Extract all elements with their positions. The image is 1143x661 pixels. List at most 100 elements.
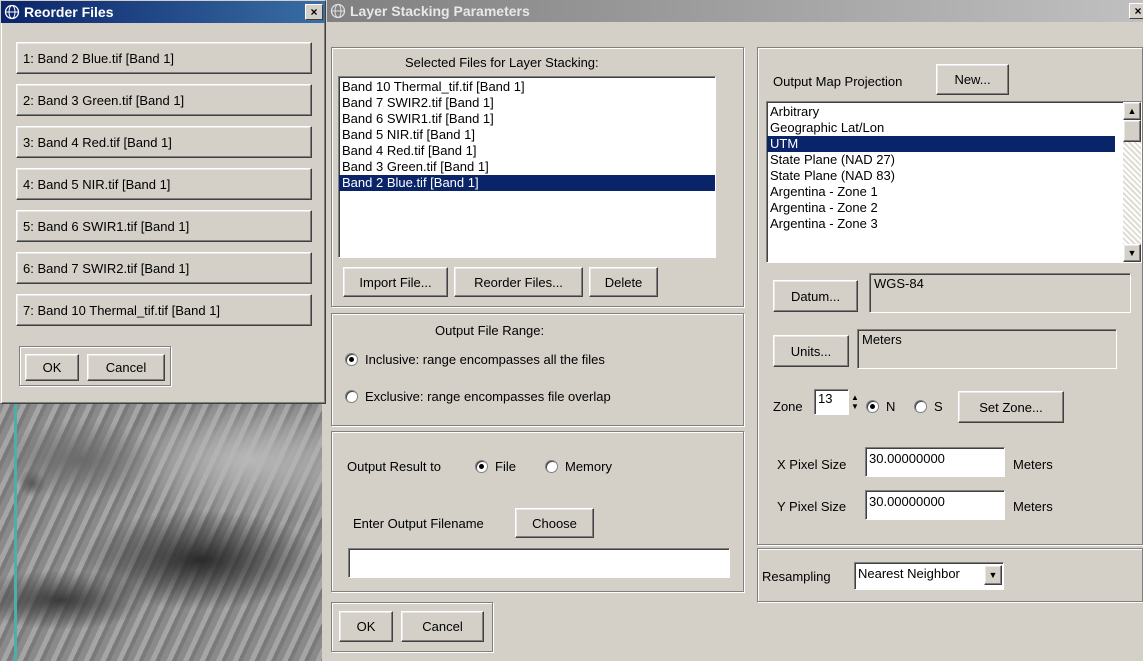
delete-label: Delete <box>604 274 643 290</box>
file-list-item[interactable]: Band 4 Red.tif [Band 1] <box>339 143 715 159</box>
image-window-edge <box>14 400 17 661</box>
scroll-down-button[interactable]: ▼ <box>1123 244 1141 262</box>
scroll-up-icon: ▲ <box>1127 106 1137 116</box>
layer-title: Layer Stacking Parameters <box>350 3 530 19</box>
spin-down-icon[interactable]: ▼ <box>851 402 859 411</box>
reorder-item-button[interactable]: 7: Band 10 Thermal_tif.tif [Band 1] <box>16 294 312 326</box>
reorder-item-button[interactable]: 5: Band 6 SWIR1.tif [Band 1] <box>16 210 312 242</box>
reorder-close-button[interactable]: × <box>305 4 323 20</box>
x-pixel-input[interactable]: 30.00000000 <box>865 447 1005 477</box>
selected-files-label: Selected Files for Layer Stacking: <box>405 55 599 70</box>
output-memory-radio[interactable] <box>545 460 558 473</box>
reorder-files-button[interactable]: Reorder Files... <box>454 267 583 297</box>
reorder-cancel-button[interactable]: Cancel <box>87 354 165 381</box>
output-range-label: Output File Range: <box>435 323 545 338</box>
scroll-thumb[interactable] <box>1123 120 1141 142</box>
inclusive-label[interactable]: Inclusive: range encompasses all the fil… <box>365 352 605 367</box>
reorder-title: Reorder Files <box>24 4 114 20</box>
scroll-up-button[interactable]: ▲ <box>1123 102 1141 120</box>
set-zone-label: Set Zone... <box>979 399 1043 415</box>
projection-list[interactable]: Arbitrary Geographic Lat/Lon UTM State Plan… <box>766 101 1142 263</box>
projection-list-item[interactable]: Argentina - Zone 2 <box>767 200 1115 216</box>
reorder-files-label: Reorder Files... <box>474 274 563 290</box>
resampling-label: Resampling <box>762 569 831 584</box>
output-to-label: Output Result to <box>347 459 441 474</box>
reorder-item-label: 4: Band 5 NIR.tif [Band 1] <box>23 176 171 192</box>
output-file-label[interactable]: File <box>495 459 516 474</box>
hemisphere-s-radio[interactable] <box>914 400 927 413</box>
reorder-item-button[interactable]: 4: Band 5 NIR.tif [Band 1] <box>16 168 312 200</box>
zone-label: Zone <box>773 399 803 414</box>
units-button[interactable]: Units... <box>773 335 849 367</box>
reorder-ok-button[interactable]: OK <box>25 354 79 381</box>
reorder-titlebar[interactable]: Reorder Files × <box>1 1 325 23</box>
projection-list-item[interactable]: Argentina - Zone 3 <box>767 216 1115 232</box>
file-list-item[interactable]: Band 2 Blue.tif [Band 1] <box>339 175 715 191</box>
delete-button[interactable]: Delete <box>589 267 658 297</box>
units-label: Units... <box>790 343 832 359</box>
x-pixel-units: Meters <box>1013 457 1053 472</box>
layer-ok-button[interactable]: OK <box>339 611 393 642</box>
projection-list-item[interactable]: State Plane (NAD 83) <box>767 168 1115 184</box>
set-zone-button[interactable]: Set Zone... <box>958 391 1064 423</box>
inclusive-radio[interactable] <box>345 353 358 366</box>
reorder-item-button[interactable]: 2: Band 3 Green.tif [Band 1] <box>16 84 312 116</box>
reorder-item-button[interactable]: 1: Band 2 Blue.tif [Band 1] <box>16 42 312 74</box>
output-file-radio[interactable] <box>475 460 488 473</box>
selected-files-list[interactable]: Band 10 Thermal_tif.tif [Band 1] Band 7 S… <box>338 76 716 258</box>
layer-cancel-button[interactable]: Cancel <box>401 611 484 642</box>
x-pixel-label: X Pixel Size <box>777 457 847 472</box>
projection-list-item[interactable]: Geographic Lat/Lon <box>767 120 1115 136</box>
file-list-item[interactable]: Band 6 SWIR1.tif [Band 1] <box>339 111 715 127</box>
output-filename-input[interactable] <box>348 548 730 578</box>
layer-close-button[interactable]: × <box>1129 3 1143 19</box>
layer-stacking-dialog: Layer Stacking Parameters × Selected Fil… <box>327 0 1143 661</box>
output-memory-label[interactable]: Memory <box>565 459 612 474</box>
zone-input[interactable]: 13 <box>814 389 849 415</box>
reorder-item-button[interactable]: 6: Band 7 SWIR2.tif [Band 1] <box>16 252 312 284</box>
new-label: New... <box>954 72 991 87</box>
reorder-item-label: 1: Band 2 Blue.tif [Band 1] <box>23 50 175 66</box>
chevron-down-icon: ▼ <box>988 570 998 580</box>
layer-titlebar[interactable]: Layer Stacking Parameters × <box>327 0 1143 22</box>
file-list-item[interactable]: Band 5 NIR.tif [Band 1] <box>339 127 715 143</box>
projection-list-item[interactable]: Arbitrary <box>767 104 1115 120</box>
resampling-select[interactable]: Nearest Neighbor ▼ <box>854 562 1004 590</box>
app-globe-icon <box>330 3 346 19</box>
y-pixel-input[interactable]: 30.00000000 <box>865 490 1005 520</box>
exclusive-label[interactable]: Exclusive: range encompasses file overla… <box>365 389 611 404</box>
datum-button[interactable]: Datum... <box>773 280 858 312</box>
choose-button[interactable]: Choose <box>515 508 594 538</box>
reorder-item-button[interactable]: 3: Band 4 Red.tif [Band 1] <box>16 126 312 158</box>
reorder-item-label: 6: Band 7 SWIR2.tif [Band 1] <box>23 260 190 276</box>
exclusive-radio[interactable] <box>345 390 358 403</box>
projection-label: Output Map Projection <box>773 74 903 89</box>
filename-label: Enter Output Filename <box>353 516 484 531</box>
projection-list-item[interactable]: UTM <box>767 136 1115 152</box>
resampling-dropdown-button[interactable]: ▼ <box>984 565 1002 585</box>
reorder-item-label: 3: Band 4 Red.tif [Band 1] <box>23 134 172 150</box>
datum-value: WGS-84 <box>869 273 1131 313</box>
zone-spinner[interactable]: ▲ ▼ <box>849 392 861 412</box>
reorder-item-label: 2: Band 3 Green.tif [Band 1] <box>23 92 185 108</box>
spin-up-icon[interactable]: ▲ <box>851 393 859 402</box>
hemisphere-s-label[interactable]: S <box>934 399 943 414</box>
file-list-item[interactable]: Band 3 Green.tif [Band 1] <box>339 159 715 175</box>
file-list-item[interactable]: Band 7 SWIR2.tif [Band 1] <box>339 95 715 111</box>
close-icon: × <box>1134 4 1142 18</box>
close-icon: × <box>310 5 318 19</box>
choose-label: Choose <box>532 515 577 531</box>
hemisphere-n-radio[interactable] <box>866 400 879 413</box>
app-globe-icon <box>4 4 20 20</box>
reorder-item-label: 7: Band 10 Thermal_tif.tif [Band 1] <box>23 302 221 318</box>
new-projection-button[interactable]: New... <box>936 64 1009 95</box>
file-list-item[interactable]: Band 10 Thermal_tif.tif [Band 1] <box>339 79 715 95</box>
projection-scrollbar[interactable]: ▲ ▼ <box>1123 102 1141 262</box>
hemisphere-n-label[interactable]: N <box>886 399 895 414</box>
reorder-files-dialog: Reorder Files × 1: Band 2 Blue.tif [Band… <box>0 0 326 404</box>
import-file-button[interactable]: Import File... <box>343 267 448 297</box>
cancel-label: Cancel <box>105 360 147 375</box>
projection-list-item[interactable]: State Plane (NAD 27) <box>767 152 1115 168</box>
y-pixel-units: Meters <box>1013 499 1053 514</box>
projection-list-item[interactable]: Argentina - Zone 1 <box>767 184 1115 200</box>
